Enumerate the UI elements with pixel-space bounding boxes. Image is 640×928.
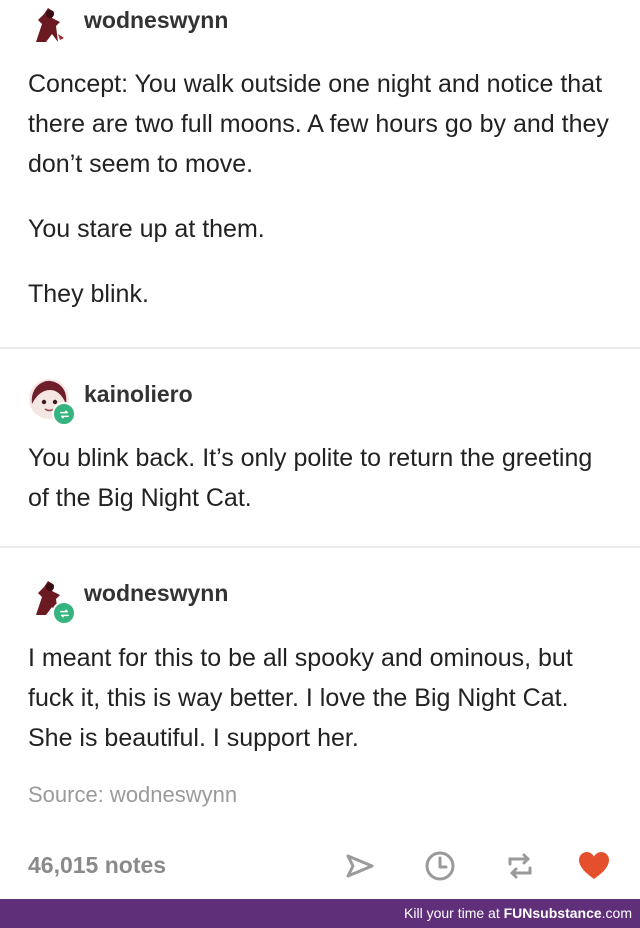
post-footer: 46,015 notes (0, 840, 640, 892)
post-paragraph: You stare up at them. (28, 215, 265, 243)
avatar-wodneswynn[interactable] (28, 577, 76, 625)
post-paragraph: They blink. (28, 280, 149, 308)
post-1-body: Concept: You walk outside one night and … (28, 64, 618, 314)
post-3-header: wodneswynn (28, 577, 228, 627)
post-paragraph: I meant for this to be all spooky and om… (28, 644, 573, 752)
heart-icon[interactable] (576, 848, 612, 884)
dark-figure-avatar-icon (36, 8, 64, 42)
source-link[interactable]: Source: wodneswynn (28, 782, 237, 808)
username[interactable]: wodneswynn (84, 6, 228, 34)
post-paragraph: Concept: You walk outside one night and … (28, 70, 609, 178)
post-divider (0, 546, 640, 548)
banner-prefix: Kill your time at (404, 905, 504, 921)
reblog-badge-icon (52, 402, 76, 426)
reblog-icon[interactable] (502, 848, 538, 884)
banner-brand: FUNsubstance (503, 905, 602, 921)
post-2-body: You blink back. It’s only polite to retu… (28, 438, 618, 518)
share-icon[interactable] (342, 848, 378, 884)
post-3-body: I meant for this to be all spooky and om… (28, 638, 618, 758)
avatar-wodneswynn[interactable] (28, 4, 70, 46)
clock-icon[interactable] (422, 848, 458, 884)
notes-count[interactable]: 46,015 notes (28, 852, 166, 879)
username[interactable]: kainoliero (84, 380, 193, 408)
banner-suffix: .com (601, 905, 632, 921)
username[interactable]: wodneswynn (84, 579, 228, 607)
reblog-badge-icon (52, 601, 76, 625)
avatar-kainoliero[interactable] (28, 378, 76, 426)
post-paragraph: You blink back. It’s only polite to retu… (28, 444, 593, 512)
post-divider (0, 347, 640, 349)
post-2-header: kainoliero (28, 378, 193, 428)
watermark-banner: Kill your time at FUNsubstance.com (0, 899, 640, 928)
post-1-header: wodneswynn (28, 4, 228, 54)
